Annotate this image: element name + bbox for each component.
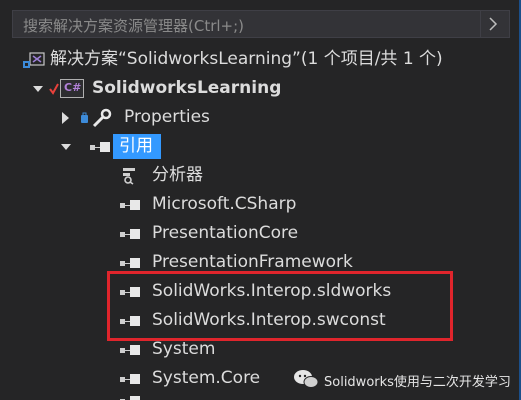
wrench-icon — [81, 108, 112, 128]
tree-item-reference[interactable]: Microsoft.CSharp — [0, 190, 519, 219]
tree-item-project[interactable]: C# SolidworksLearning — [0, 74, 519, 103]
tree-item-reference[interactable]: SolidWorks.Interop.sldworks — [0, 277, 519, 306]
reference-label: PresentationCore — [152, 223, 299, 243]
reference-label: System.Core — [152, 368, 261, 388]
watermark-text: Solidworks使用与二次开发学习 — [324, 375, 511, 390]
reference-label: 分析器 — [152, 165, 203, 185]
expand-arrow-icon[interactable] — [61, 144, 71, 150]
references-label: 引用 — [119, 136, 153, 156]
reference-icon — [120, 315, 142, 327]
watermark: Solidworks使用与二次开发学习 — [292, 368, 516, 390]
collapse-arrow-icon[interactable] — [62, 112, 69, 124]
reference-icon — [120, 228, 142, 240]
reference-icon — [120, 395, 142, 400]
reference-icon — [120, 373, 142, 385]
properties-label: Properties — [124, 107, 210, 127]
tree-item-references[interactable]: 引用 — [0, 132, 519, 161]
tree-item-reference[interactable]: 分析器 — [0, 161, 519, 190]
reference-label: PresentationFramework — [152, 252, 353, 272]
checkmark-icon — [49, 83, 59, 95]
tree-item-reference[interactable]: PresentationFramework — [0, 248, 519, 277]
reference-icon — [90, 141, 112, 153]
tree-item-reference[interactable]: SolidWorks.Interop.swconst — [0, 306, 519, 335]
tree-item-reference-partial — [0, 393, 519, 400]
reference-label: SolidWorks.Interop.swconst — [152, 310, 386, 330]
reference-icon — [120, 344, 142, 356]
tree-item-properties[interactable]: Properties — [0, 103, 519, 132]
project-label: SolidworksLearning — [92, 78, 282, 98]
reference-icon — [120, 286, 142, 298]
reference-icon — [120, 257, 142, 269]
solution-label: 解决方案“SolidworksLearning”(1 个项目/共 1 个) — [50, 49, 443, 69]
tree-item-reference[interactable]: PresentationCore — [0, 219, 519, 248]
search-icon[interactable] — [480, 11, 509, 37]
tree-item-reference[interactable]: System — [0, 335, 519, 364]
search-placeholder: 搜索解决方案资源管理器(Ctrl+;) — [23, 17, 245, 35]
reference-label: SolidWorks.Interop.sldworks — [152, 281, 392, 301]
project-badge: C# — [64, 81, 82, 94]
reference-icon — [120, 199, 142, 211]
wechat-icon — [294, 370, 319, 388]
analyzer-icon — [123, 168, 135, 185]
tree-item-solution[interactable]: 解决方案“SolidworksLearning”(1 个项目/共 1 个) — [0, 45, 519, 74]
expand-arrow-icon[interactable] — [33, 86, 43, 92]
csharp-project-icon: C# — [60, 79, 84, 98]
solution-icon — [23, 52, 45, 68]
reference-label: Microsoft.CSharp — [152, 194, 297, 214]
reference-label: System — [152, 339, 216, 359]
search-box[interactable]: 搜索解决方案资源管理器(Ctrl+;) — [12, 10, 510, 38]
